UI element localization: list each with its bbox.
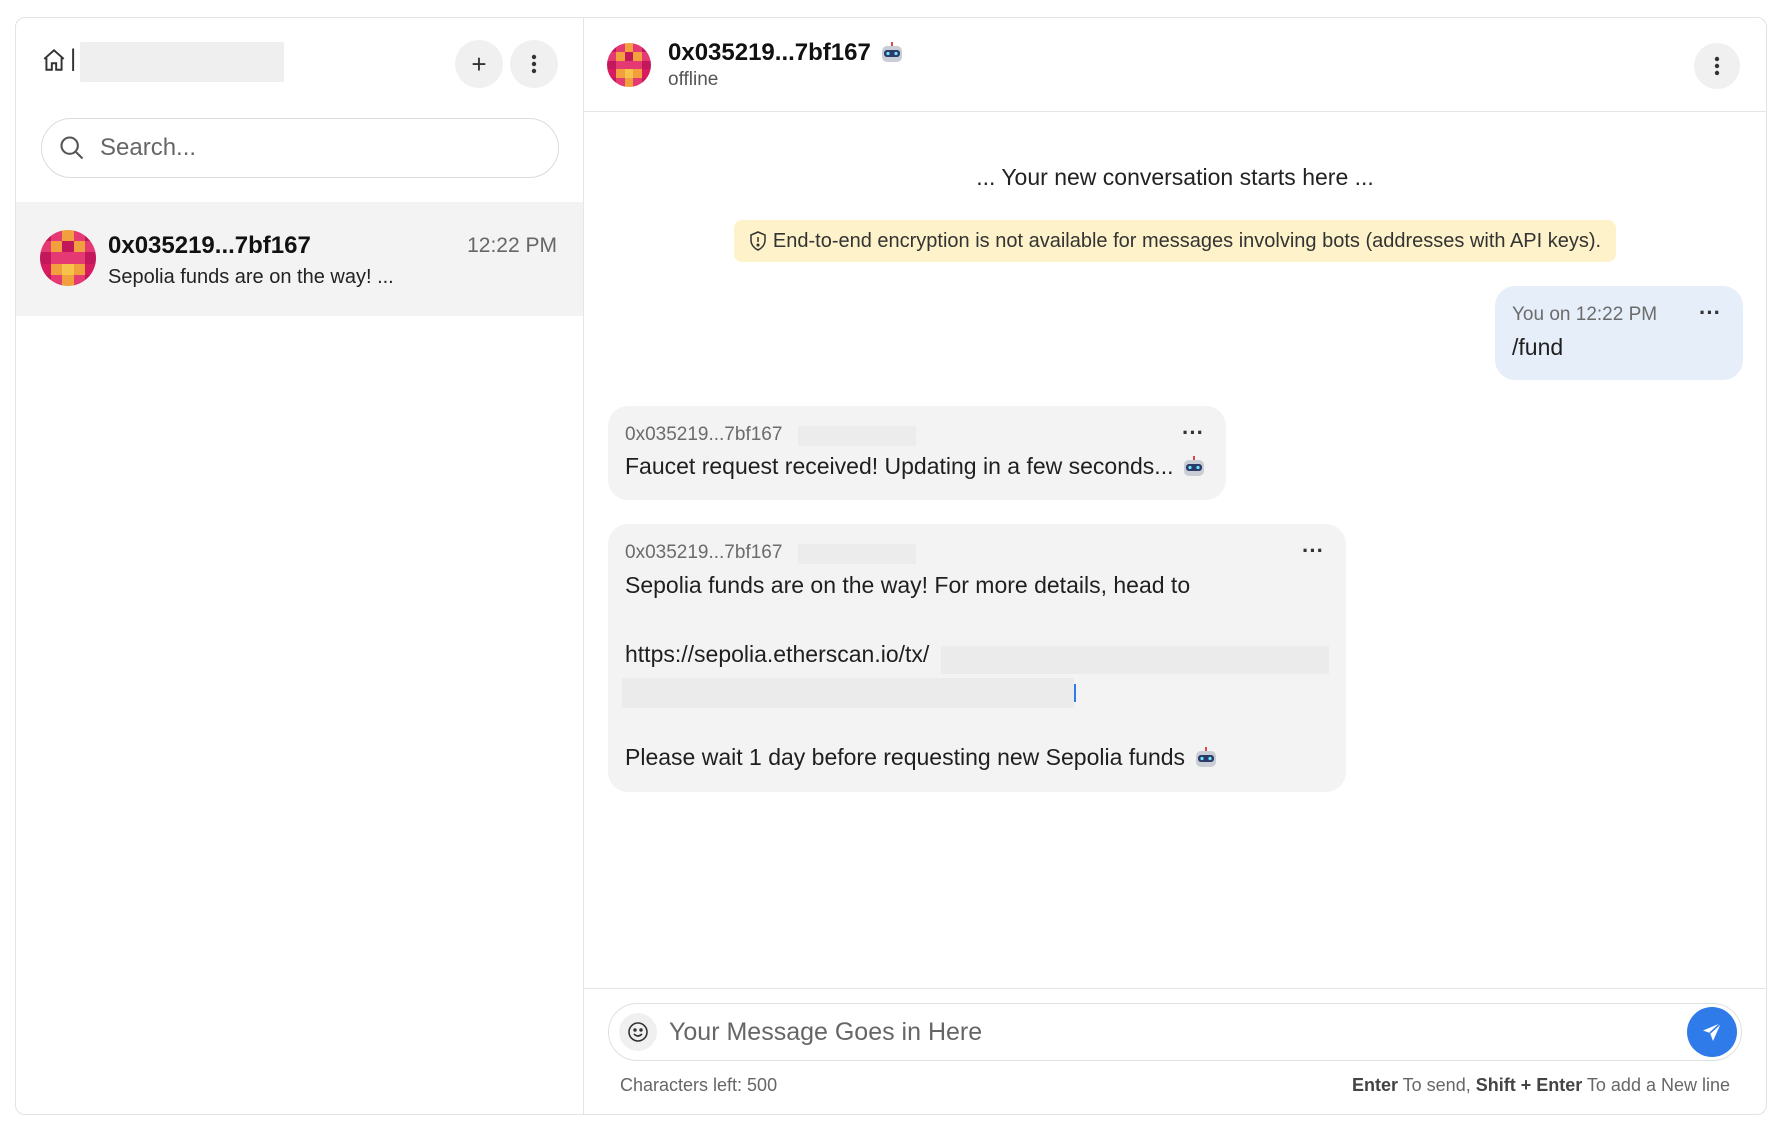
message-options-button[interactable]: ··· bbox=[1302, 538, 1324, 564]
message-text: /fund bbox=[1512, 334, 1563, 361]
chat-header: 0x035219...7bf167 offline bbox=[584, 18, 1766, 112]
message-input[interactable] bbox=[669, 1017, 1687, 1047]
message-text: Faucet request received! Updating in a f… bbox=[625, 453, 1207, 480]
encryption-notice-text: End-to-end encryption is not available f… bbox=[772, 229, 1602, 252]
redacted-sender-suffix bbox=[798, 426, 916, 446]
message-link[interactable]: https://sepolia.etherscan.io/tx/ bbox=[625, 641, 929, 668]
send-icon bbox=[1703, 1022, 1722, 1041]
hint-enter-key: Enter bbox=[1351, 1075, 1398, 1095]
bot-icon bbox=[881, 42, 902, 62]
keyboard-hint: Enter To send, Shift + Enter To add a Ne… bbox=[1352, 1075, 1730, 1096]
composer-box bbox=[608, 1003, 1742, 1061]
hint-newline-text: To add a New line bbox=[1582, 1075, 1730, 1095]
contact-status: offline bbox=[668, 69, 719, 90]
conversation-name: 0x035219...7bf167 bbox=[108, 232, 311, 259]
text-cursor bbox=[1074, 684, 1076, 702]
contact-name: 0x035219...7bf167 bbox=[668, 39, 871, 66]
plus-icon: + bbox=[471, 48, 487, 79]
message-composer: Characters left: 500 Enter To send, Shif… bbox=[584, 988, 1766, 1114]
message-options-button[interactable]: ··· bbox=[1699, 300, 1721, 326]
hint-send-text: To send, bbox=[1397, 1075, 1476, 1095]
conversation-preview: Sepolia funds are on the way! ... bbox=[108, 266, 394, 288]
send-button[interactable] bbox=[1687, 1007, 1737, 1057]
contact-avatar bbox=[607, 43, 651, 87]
search-box bbox=[41, 118, 559, 178]
conversation-list-item[interactable]: 0x035219...7bf167 12:22 PM Sepolia funds… bbox=[16, 202, 583, 316]
message-body: Faucet request received! Updating in a f… bbox=[625, 453, 1174, 479]
sidebar: | + 0x035219...7bf167 12:22 PM Sepolia f… bbox=[16, 18, 584, 1114]
redacted-account-name bbox=[80, 42, 284, 82]
conversation-start-label: ... Your new conversation starts here ..… bbox=[976, 164, 1374, 190]
encryption-notice: End-to-end encryption is not available f… bbox=[734, 220, 1616, 262]
vertical-dots-icon bbox=[1714, 56, 1720, 76]
chat-menu-button[interactable] bbox=[1694, 43, 1740, 89]
search-input[interactable] bbox=[100, 134, 520, 162]
bot-icon bbox=[1196, 746, 1217, 767]
header-divider: | bbox=[70, 45, 77, 72]
chat-panel: 0x035219...7bf167 offline ... Your new c… bbox=[584, 18, 1766, 1114]
smiley-icon bbox=[628, 1022, 648, 1042]
hint-shift-enter-key: Shift + Enter bbox=[1475, 1075, 1583, 1095]
bot-icon bbox=[1184, 455, 1205, 476]
home-icon[interactable] bbox=[41, 47, 67, 73]
message-meta: 0x035219...7bf167 bbox=[625, 542, 783, 563]
contact-name-row: 0x035219...7bf167 bbox=[668, 39, 905, 67]
message-body: Sepolia funds are on the way! For more d… bbox=[625, 572, 1191, 598]
message-meta: You on 12:22 PM bbox=[1512, 304, 1658, 325]
emoji-button[interactable] bbox=[619, 1013, 657, 1051]
message-body: /fund bbox=[1512, 334, 1564, 360]
message-line: Sepolia funds are on the way! For more d… bbox=[625, 572, 1190, 599]
chat-app: | + 0x035219...7bf167 12:22 PM Sepolia f… bbox=[15, 17, 1767, 1115]
message-incoming: 0x035219...7bf167 ··· Faucet request rec… bbox=[608, 406, 1226, 500]
conversation-time: 12:22 PM bbox=[467, 234, 557, 257]
new-conversation-button[interactable]: + bbox=[455, 40, 503, 88]
etherscan-link[interactable]: https://sepolia.etherscan.io/tx/ bbox=[625, 641, 929, 668]
avatar bbox=[40, 230, 96, 286]
message-incoming: 0x035219...7bf167 ··· Sepolia funds are … bbox=[608, 524, 1346, 792]
message-outgoing: You on 12:22 PM ··· /fund bbox=[1495, 286, 1743, 380]
message-body: Please wait 1 day before requesting new … bbox=[625, 744, 1186, 770]
redacted-sender-suffix bbox=[798, 544, 916, 564]
message-options-button[interactable]: ··· bbox=[1182, 420, 1204, 446]
vertical-dots-icon bbox=[531, 54, 537, 74]
redacted-tx-hash bbox=[622, 678, 1074, 708]
shield-icon bbox=[750, 231, 766, 251]
characters-left: Characters left: 500 bbox=[620, 1075, 778, 1095]
sidebar-header: | + bbox=[16, 18, 583, 104]
search-icon bbox=[60, 136, 84, 160]
message-meta: 0x035219...7bf167 bbox=[625, 424, 783, 445]
redacted-tx-hash bbox=[941, 646, 1329, 674]
message-line: Please wait 1 day before requesting new … bbox=[625, 744, 1219, 771]
sidebar-menu-button[interactable] bbox=[510, 40, 558, 88]
